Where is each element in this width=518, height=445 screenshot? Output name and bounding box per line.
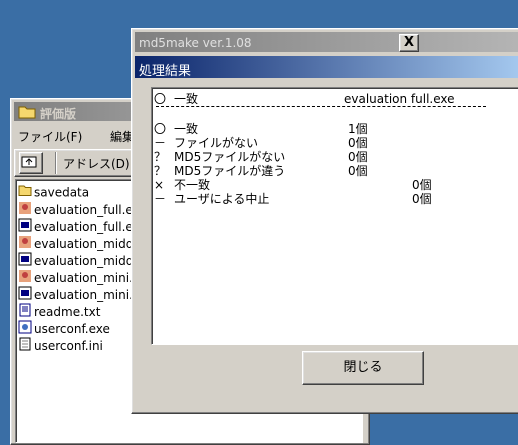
window-title: md5make ver.1.08 bbox=[139, 36, 252, 50]
result-label: MD5ファイルが違う bbox=[174, 164, 286, 178]
result-mark: 〇 bbox=[154, 122, 167, 136]
ini-file-icon bbox=[18, 337, 32, 356]
toolbar-separator bbox=[55, 152, 57, 174]
result-mark: × bbox=[154, 178, 165, 192]
top-result-label: 一致 bbox=[174, 92, 199, 106]
result-count: 0個 bbox=[348, 136, 368, 150]
file-name: userconf.ini bbox=[34, 339, 103, 353]
address-label[interactable]: アドレス(D) bbox=[63, 155, 130, 172]
result-label: ユーザによる中止 bbox=[174, 192, 270, 206]
result-mark: － bbox=[154, 192, 167, 206]
dashed-divider bbox=[156, 106, 486, 107]
md5make-titlebar[interactable]: md5make ver.1.08 X bbox=[135, 32, 518, 52]
md5make-window: md5make ver.1.08 X 処理結果 〇 一致 evaluation … bbox=[131, 28, 518, 414]
up-folder-icon bbox=[21, 156, 37, 168]
menu-file[interactable]: ファイル(F) bbox=[18, 128, 82, 145]
top-result-mark: 〇 bbox=[154, 92, 167, 106]
result-header-bar: 処理結果 bbox=[135, 56, 518, 79]
folder-icon bbox=[18, 184, 32, 202]
result-label: 不一致 bbox=[174, 178, 211, 192]
window-close-button[interactable]: X bbox=[399, 34, 419, 52]
result-mark: ？ bbox=[154, 150, 167, 164]
top-result-file: evaluation full.exe bbox=[344, 92, 455, 106]
list-item[interactable]: userconf.exe bbox=[18, 320, 110, 337]
close-button[interactable]: 閉じる bbox=[302, 351, 424, 385]
result-panel: 〇 一致 evaluation full.exe 〇 一致 1個 － ファイルが… bbox=[151, 87, 518, 345]
result-label: 一致 bbox=[174, 122, 199, 136]
list-item[interactable]: savedata bbox=[18, 184, 89, 201]
result-label: MD5ファイルがない bbox=[174, 150, 286, 164]
result-label: ファイルがない bbox=[174, 136, 259, 150]
file-name: evaluation_full.exe bbox=[34, 203, 147, 217]
list-item[interactable]: evaluation_full.exe bbox=[18, 218, 147, 235]
up-folder-button[interactable] bbox=[19, 152, 43, 174]
file-name: evaluation_full.exe bbox=[34, 220, 147, 234]
result-count: 1個 bbox=[348, 122, 368, 136]
explorer-title: 評価版 bbox=[40, 107, 77, 121]
result-mark: － bbox=[154, 136, 167, 150]
result-count: 0個 bbox=[412, 178, 432, 192]
close-icon: X bbox=[403, 35, 415, 50]
list-item[interactable]: evaluation_full.exe bbox=[18, 201, 147, 218]
result-mark: ？ bbox=[154, 164, 167, 178]
list-item[interactable]: userconf.ini bbox=[18, 337, 103, 354]
result-count: 0個 bbox=[348, 150, 368, 164]
result-count: 0個 bbox=[348, 164, 368, 178]
file-name: readme.txt bbox=[34, 305, 101, 319]
folder-icon bbox=[18, 104, 36, 122]
result-count: 0個 bbox=[412, 192, 432, 206]
result-header: 処理結果 bbox=[139, 64, 192, 79]
list-item[interactable]: readme.txt bbox=[18, 303, 100, 320]
file-name: userconf.exe bbox=[34, 322, 110, 336]
file-name: savedata bbox=[34, 185, 90, 200]
